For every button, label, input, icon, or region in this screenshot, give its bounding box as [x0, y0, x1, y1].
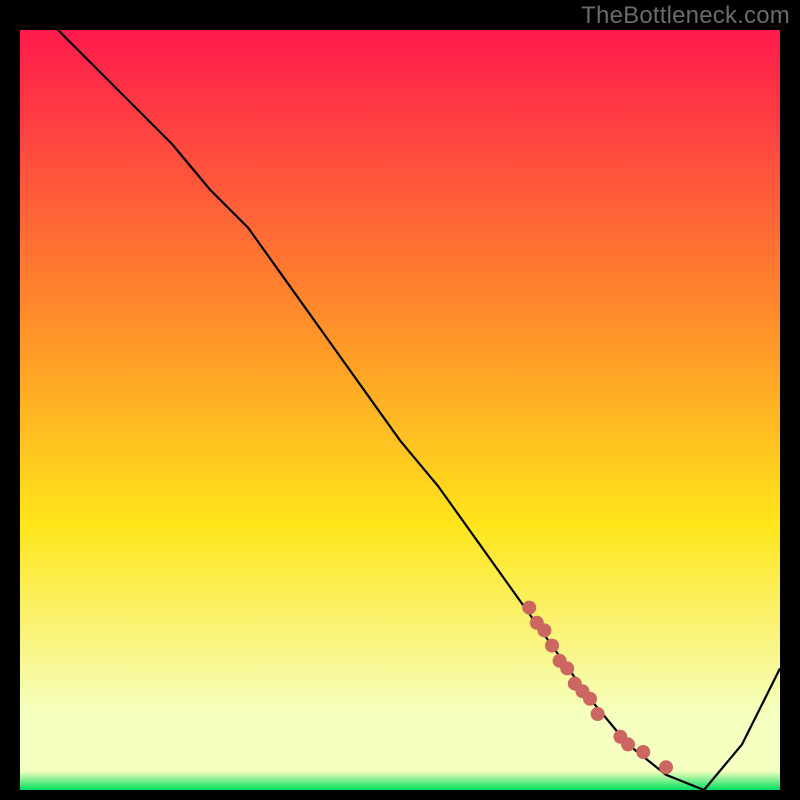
data-marker: [591, 707, 605, 721]
data-marker: [636, 745, 650, 759]
data-marker: [545, 639, 559, 653]
data-marker: [659, 760, 673, 774]
chart-container: TheBottleneck.com: [0, 0, 800, 800]
data-marker: [537, 623, 551, 637]
data-marker: [621, 737, 635, 751]
gradient-background: [20, 30, 780, 790]
data-marker: [522, 601, 536, 615]
chart-svg: [20, 30, 780, 790]
data-marker: [560, 661, 574, 675]
plot-area: [20, 30, 780, 790]
data-marker: [583, 692, 597, 706]
watermark-text: TheBottleneck.com: [581, 2, 790, 30]
